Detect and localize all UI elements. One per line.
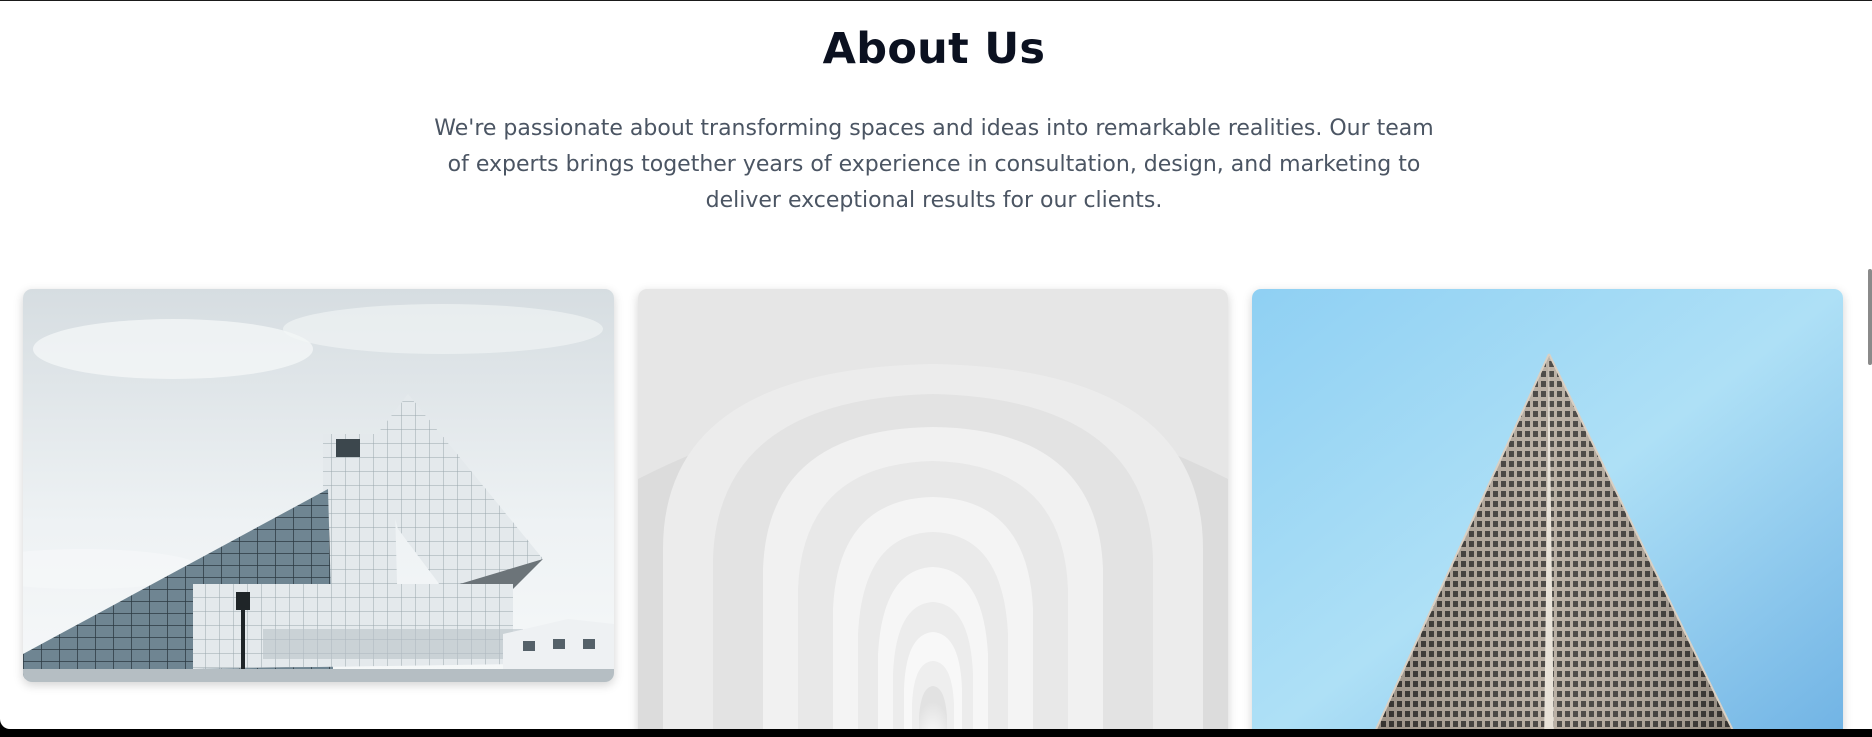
section-description: We're passionate about transforming spac… bbox=[434, 116, 1434, 213]
scrollbar-track[interactable] bbox=[1868, 1, 1872, 729]
building-image bbox=[23, 289, 614, 682]
gallery-image-arches bbox=[638, 289, 1228, 729]
arches-image bbox=[638, 289, 1228, 729]
page-content: About Us We're passionate about transfor… bbox=[0, 1, 1872, 729]
gallery-image-building bbox=[23, 289, 614, 682]
gallery-image-skyscraper bbox=[1252, 289, 1843, 729]
scrollbar-thumb[interactable] bbox=[1868, 269, 1872, 365]
section-title: About Us bbox=[822, 24, 1046, 74]
skyscraper-image bbox=[1252, 289, 1843, 729]
